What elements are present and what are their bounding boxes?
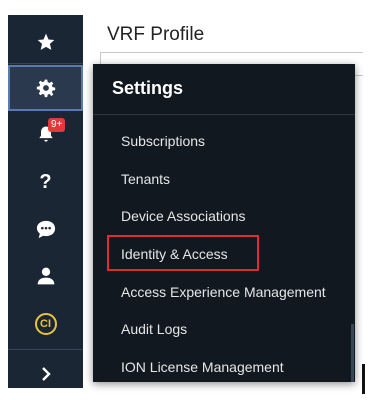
gear-icon	[36, 78, 56, 98]
menu-item-device-associations[interactable]: Device Associations	[121, 208, 246, 224]
user-icon	[36, 266, 56, 286]
chevron-right-icon	[39, 366, 53, 382]
chat-bubble-icon	[35, 219, 57, 239]
notification-badge: 9+	[48, 118, 66, 132]
settings-flyout: Settings Subscriptions Tenants Device As…	[93, 64, 355, 382]
rail-user-button[interactable]	[8, 253, 83, 299]
star-icon	[36, 32, 56, 52]
flyout-scrollbar[interactable]	[351, 324, 354, 382]
rail-favorites-button[interactable]	[8, 19, 83, 65]
highlight-box	[107, 235, 259, 271]
menu-item-access-experience-management[interactable]: Access Experience Management	[121, 284, 326, 300]
text-cursor	[362, 364, 365, 394]
page-title: VRF Profile	[107, 24, 205, 45]
rail-help-button[interactable]: ?	[8, 159, 83, 205]
rail-settings-button[interactable]	[8, 65, 83, 111]
menu-item-audit-logs[interactable]: Audit Logs	[121, 321, 187, 337]
menu-item-ion-license-management[interactable]: ION License Management	[121, 359, 284, 375]
menu-item-tenants[interactable]: Tenants	[121, 171, 170, 187]
avatar-icon: CI	[34, 313, 57, 335]
rail-account-button[interactable]: CI	[8, 301, 83, 347]
menu-item-subscriptions[interactable]: Subscriptions	[121, 133, 205, 149]
rail-notifications-button[interactable]: 9+	[8, 111, 83, 157]
flyout-divider	[93, 114, 355, 115]
rail-expand-button[interactable]	[8, 351, 83, 397]
settings-title: Settings	[112, 78, 184, 98]
rail-chat-button[interactable]	[8, 206, 83, 252]
nav-rail: 9+ ? CI	[8, 15, 83, 388]
question-icon: ?	[39, 170, 52, 193]
